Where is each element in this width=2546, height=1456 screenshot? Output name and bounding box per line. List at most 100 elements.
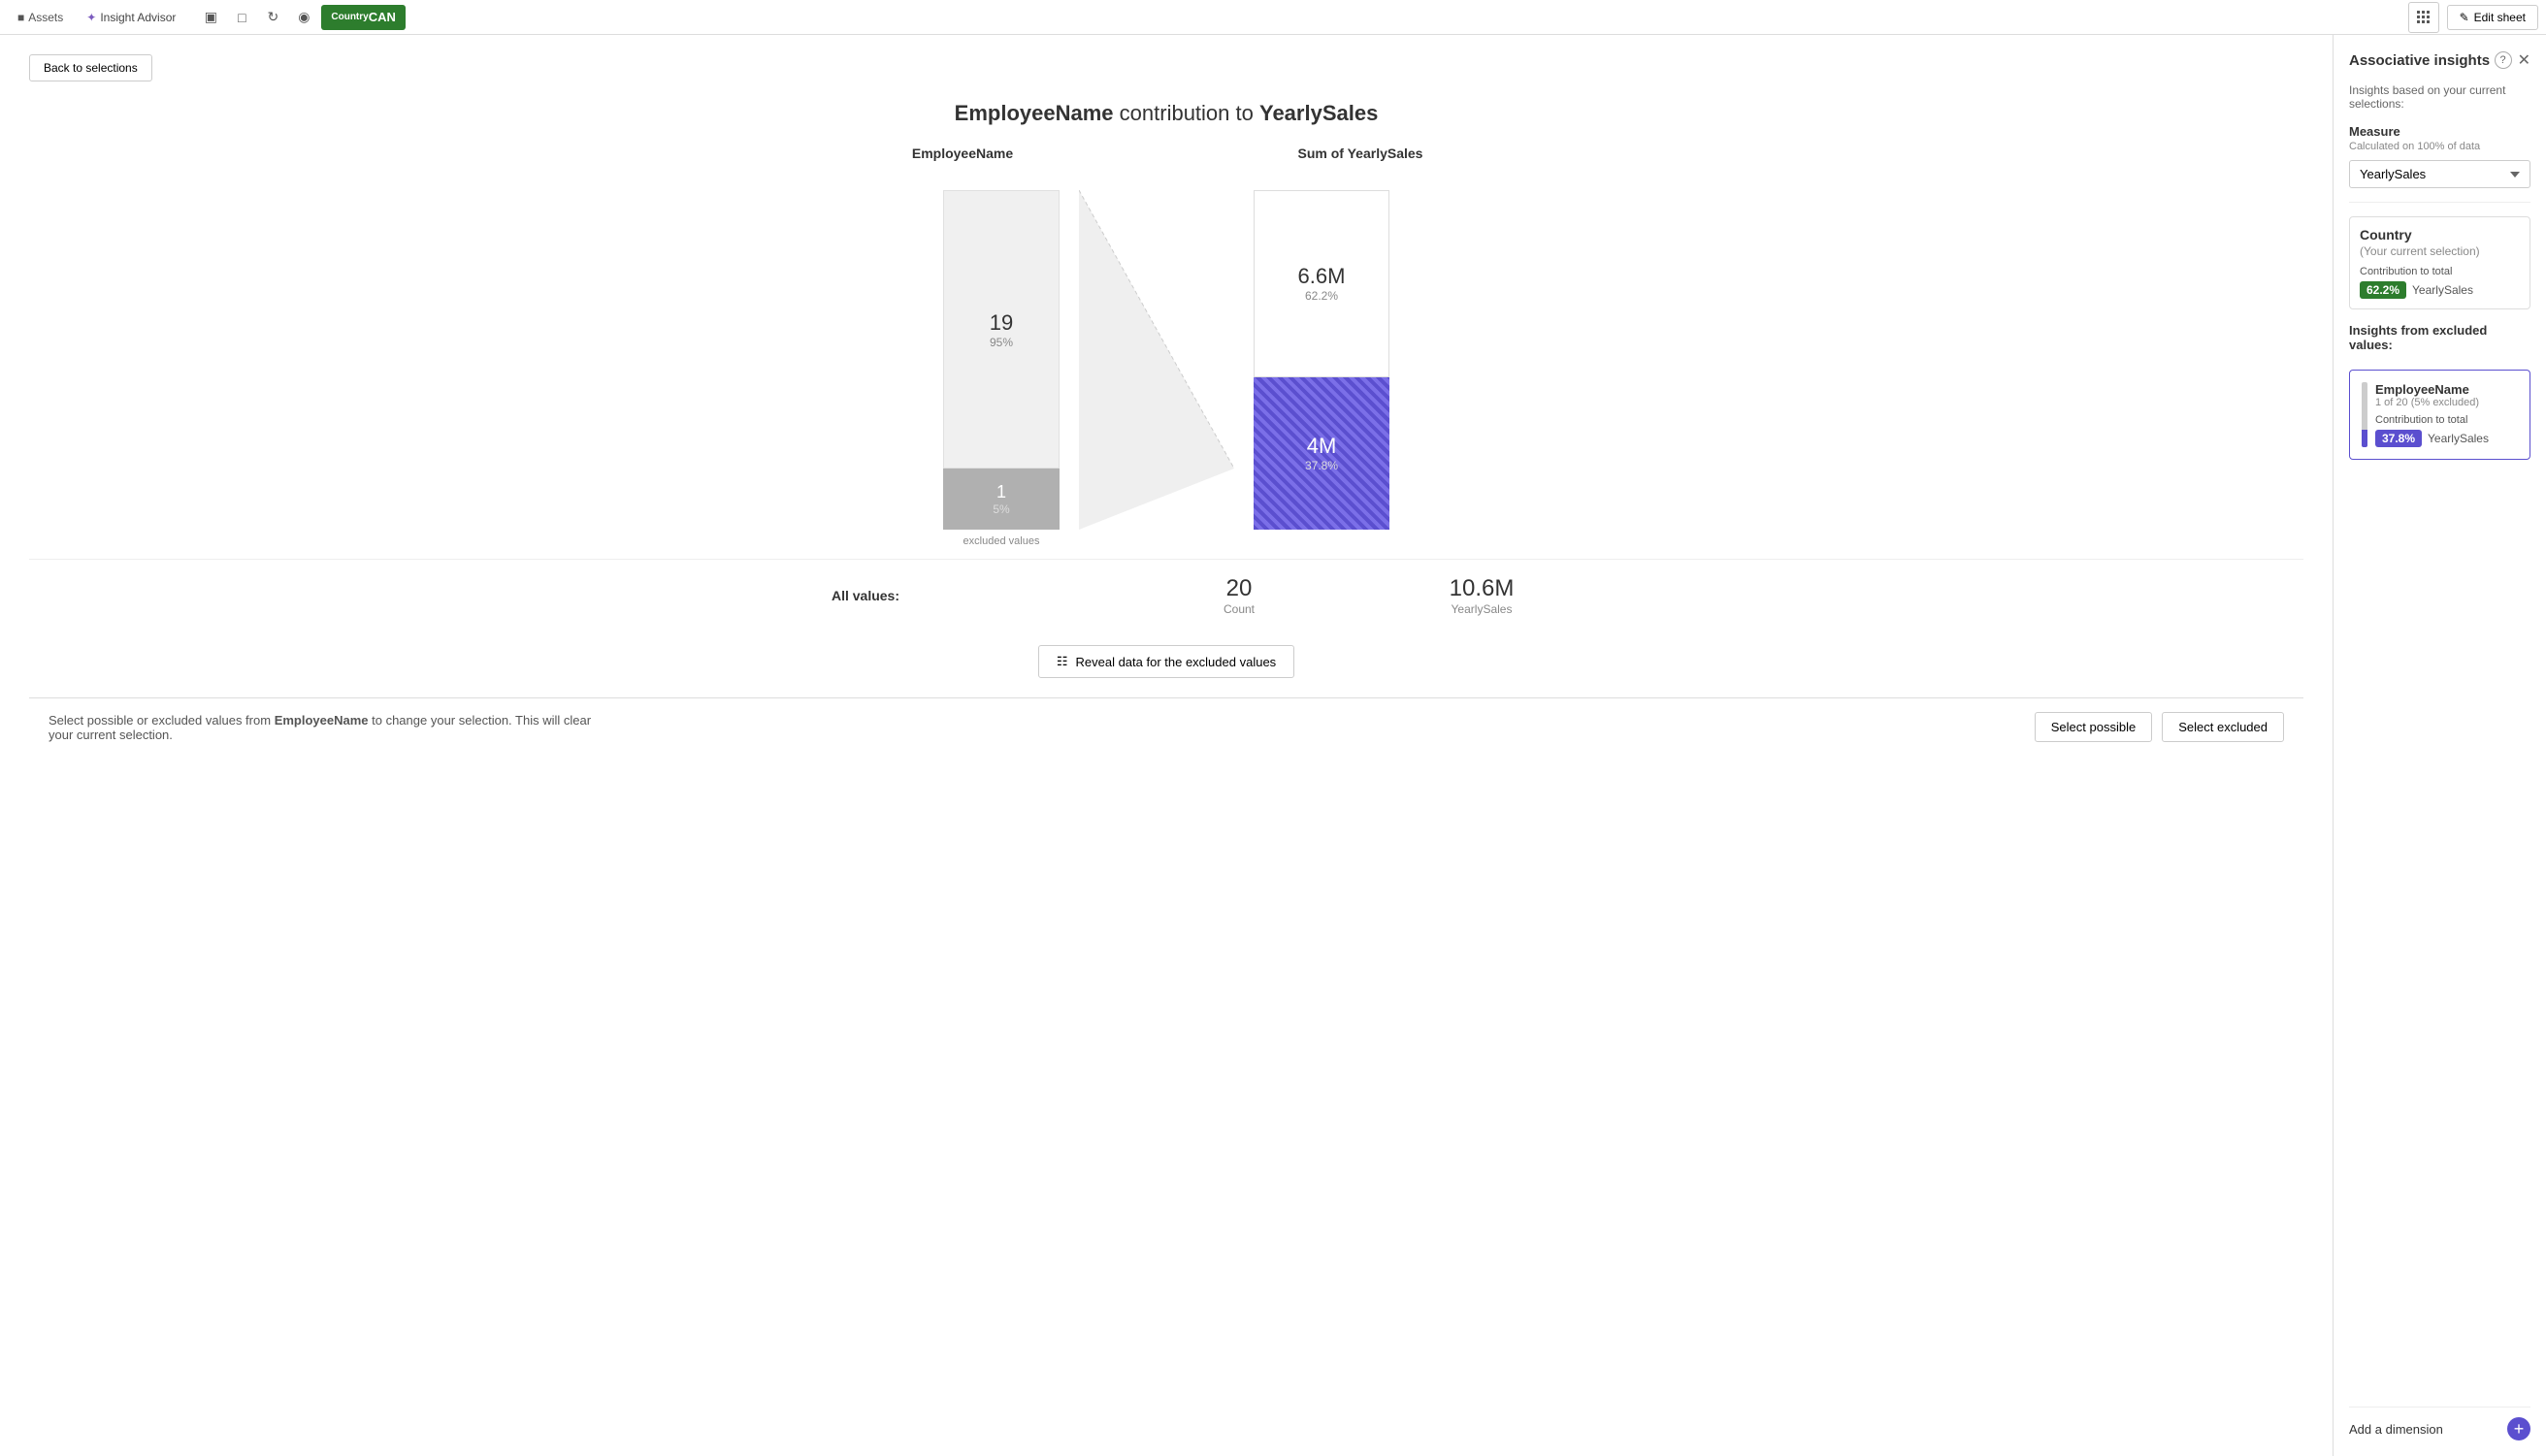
bar-bot-purple: [2362, 430, 2367, 447]
measure-label: Measure: [2349, 124, 2530, 139]
excluded-measure: YearlySales: [2428, 432, 2489, 445]
measure-section: Measure Calculated on 100% of data Yearl…: [2349, 124, 2530, 188]
grid-icon: [2417, 11, 2431, 24]
all-yearly-sub: YearlySales: [1423, 602, 1540, 616]
excluded-card-sub: 1 of 20 (5% excluded): [2375, 397, 2518, 408]
toolbar-icons: ▣ □ ↻ ◉: [197, 4, 317, 31]
top-bar-left: ■ Assets ✦ Insight Advisor ▣ □ ↻ ◉ Count…: [8, 4, 406, 31]
all-count: 20: [1181, 575, 1297, 602]
country-badge: 62.2%: [2360, 281, 2406, 299]
add-dimension-label: Add a dimension: [2349, 1422, 2443, 1437]
bar-excluded-pct: 5%: [993, 502, 1009, 516]
select-excluded-label: Select excluded: [2178, 720, 2268, 734]
country-chip-label: Country: [331, 13, 368, 22]
country-contrib-row: 62.2% YearlySales: [2360, 281, 2520, 299]
country-contrib-label: Contribution to total: [2360, 266, 2520, 277]
insight-advisor-label: Insight Advisor: [100, 11, 176, 24]
all-count-sub: Count: [1181, 602, 1297, 616]
chart-title-dim: EmployeeName: [955, 101, 1114, 125]
sidebar: Associative insights ? ✕ Insights based …: [2333, 35, 2546, 1456]
country-card: Country (Your current selection) Contrib…: [2349, 216, 2530, 309]
pencil-icon: ✎: [2460, 11, 2469, 24]
all-values-row: All values: 20 Count 10.6M YearlySales: [29, 559, 2303, 616]
add-dimension-button[interactable]: +: [2507, 1417, 2530, 1440]
content-area: Back to selections EmployeeName contribu…: [0, 35, 2333, 1456]
toolbar-icon-3[interactable]: ↻: [259, 4, 286, 31]
excluded-card-title: EmployeeName: [2375, 382, 2518, 397]
grid-view-button[interactable]: [2408, 2, 2439, 33]
sidebar-header: Associative insights ? ✕: [2349, 50, 2530, 70]
bottom-bar: Select possible or excluded values from …: [29, 697, 2303, 756]
chart-area: possible values 19 95% 1 5% excluded val…: [29, 171, 2303, 530]
excluded-label: excluded values: [963, 535, 1040, 547]
chart-title-measure: YearlySales: [1259, 101, 1378, 125]
reveal-btn-container: ☷ Reveal data for the excluded values: [29, 645, 2303, 678]
main-layout: Back to selections EmployeeName contribu…: [0, 35, 2546, 1456]
bottom-text-pre: Select possible or excluded values from: [49, 713, 275, 728]
all-yearly: 10.6M: [1423, 575, 1540, 602]
triangle-area: [1079, 190, 1234, 530]
excluded-contrib-label: Contribution to total: [2375, 414, 2518, 426]
triangle-svg: [1079, 190, 1234, 530]
divider-1: [2349, 202, 2530, 203]
select-possible-button[interactable]: Select possible: [2035, 712, 2152, 742]
bottom-bar-actions: Select possible Select excluded: [2035, 712, 2284, 742]
chart-title-conn: contribution to: [1120, 101, 1254, 125]
bottom-bar-text: Select possible or excluded values from …: [49, 713, 592, 742]
back-to-selections-button[interactable]: Back to selections: [29, 54, 152, 81]
sidebar-sub: Insights based on your current selection…: [2349, 83, 2530, 111]
right-bar-col: 6.6M 62.2% 4M 37.8%: [1254, 190, 1389, 530]
top-bar: ■ Assets ✦ Insight Advisor ▣ □ ↻ ◉ Count…: [0, 0, 2546, 35]
bar-possible: 19 95%: [943, 190, 1060, 469]
toolbar-icon-1[interactable]: ▣: [197, 4, 224, 31]
all-values-label: All values:: [832, 588, 899, 603]
select-possible-label: Select possible: [2051, 720, 2136, 734]
toolbar-icon-4[interactable]: ◉: [290, 4, 317, 31]
bar-top-pct: 62.2%: [1305, 289, 1338, 303]
insight-icon: ✦: [86, 11, 96, 24]
bar-possible-value: 19: [990, 310, 1013, 336]
plus-icon: +: [2514, 1420, 2525, 1438]
measure-calc: Calculated on 100% of data: [2349, 141, 2530, 152]
select-excluded-button[interactable]: Select excluded: [2162, 712, 2284, 742]
back-btn-label: Back to selections: [44, 61, 138, 75]
excluded-contrib-row: 37.8% YearlySales: [2375, 430, 2518, 447]
country-chip-value: CAN: [369, 11, 396, 23]
reveal-excluded-button[interactable]: ☷ Reveal data for the excluded values: [1038, 645, 1294, 678]
edit-sheet-button[interactable]: ✎ Edit sheet: [2447, 5, 2538, 30]
bottom-dimension: EmployeeName: [275, 713, 369, 728]
chart-columns: EmployeeName Sum of YearlySales: [29, 146, 2303, 161]
excluded-card-info: EmployeeName 1 of 20 (5% excluded) Contr…: [2375, 382, 2518, 447]
toolbar-icon-2[interactable]: □: [228, 4, 255, 31]
assets-icon: ■: [17, 11, 24, 24]
col1-header: EmployeeName: [912, 146, 1013, 161]
bar-blue-top: 6.6M 62.2%: [1254, 190, 1389, 377]
country-chip[interactable]: Country CAN: [321, 5, 406, 30]
excluded-card: EmployeeName 1 of 20 (5% excluded) Contr…: [2349, 370, 2530, 460]
bar-bot-pct: 37.8%: [1305, 459, 1338, 472]
assets-button[interactable]: ■ Assets: [8, 7, 73, 28]
assets-label: Assets: [28, 11, 63, 24]
sidebar-close-button[interactable]: ✕: [2518, 50, 2530, 70]
reveal-btn-label: Reveal data for the excluded values: [1075, 655, 1276, 669]
country-card-sub: (Your current selection): [2360, 244, 2520, 258]
excluded-badge: 37.8%: [2375, 430, 2422, 447]
bar-excluded: 1 5%: [943, 469, 1060, 530]
table-icon: ☷: [1057, 654, 1068, 669]
country-card-title: Country: [2360, 227, 2520, 243]
bar-excluded-value: 1: [996, 482, 1006, 502]
insights-excluded-label: Insights from excluded values:: [2349, 323, 2530, 352]
bar-top-gray: [2362, 382, 2367, 430]
left-bar-col: possible values 19 95% 1 5% excluded val…: [943, 190, 1060, 530]
measure-select[interactable]: YearlySales: [2349, 160, 2530, 188]
bar-bot-value: 4M: [1307, 434, 1337, 459]
sidebar-help-button[interactable]: ?: [2495, 51, 2512, 69]
sidebar-title: Associative insights: [2349, 52, 2490, 69]
edit-sheet-label: Edit sheet: [2474, 11, 2526, 24]
chart-title: EmployeeName contribution to YearlySales: [29, 101, 2303, 126]
excluded-card-inner: EmployeeName 1 of 20 (5% excluded) Contr…: [2362, 382, 2518, 447]
bar-hatched-bottom: 4M 37.8%: [1254, 377, 1389, 531]
bar-possible-pct: 95%: [990, 336, 1013, 349]
top-bar-right: ✎ Edit sheet: [2408, 2, 2538, 33]
insight-advisor-button[interactable]: ✦ Insight Advisor: [77, 7, 185, 28]
